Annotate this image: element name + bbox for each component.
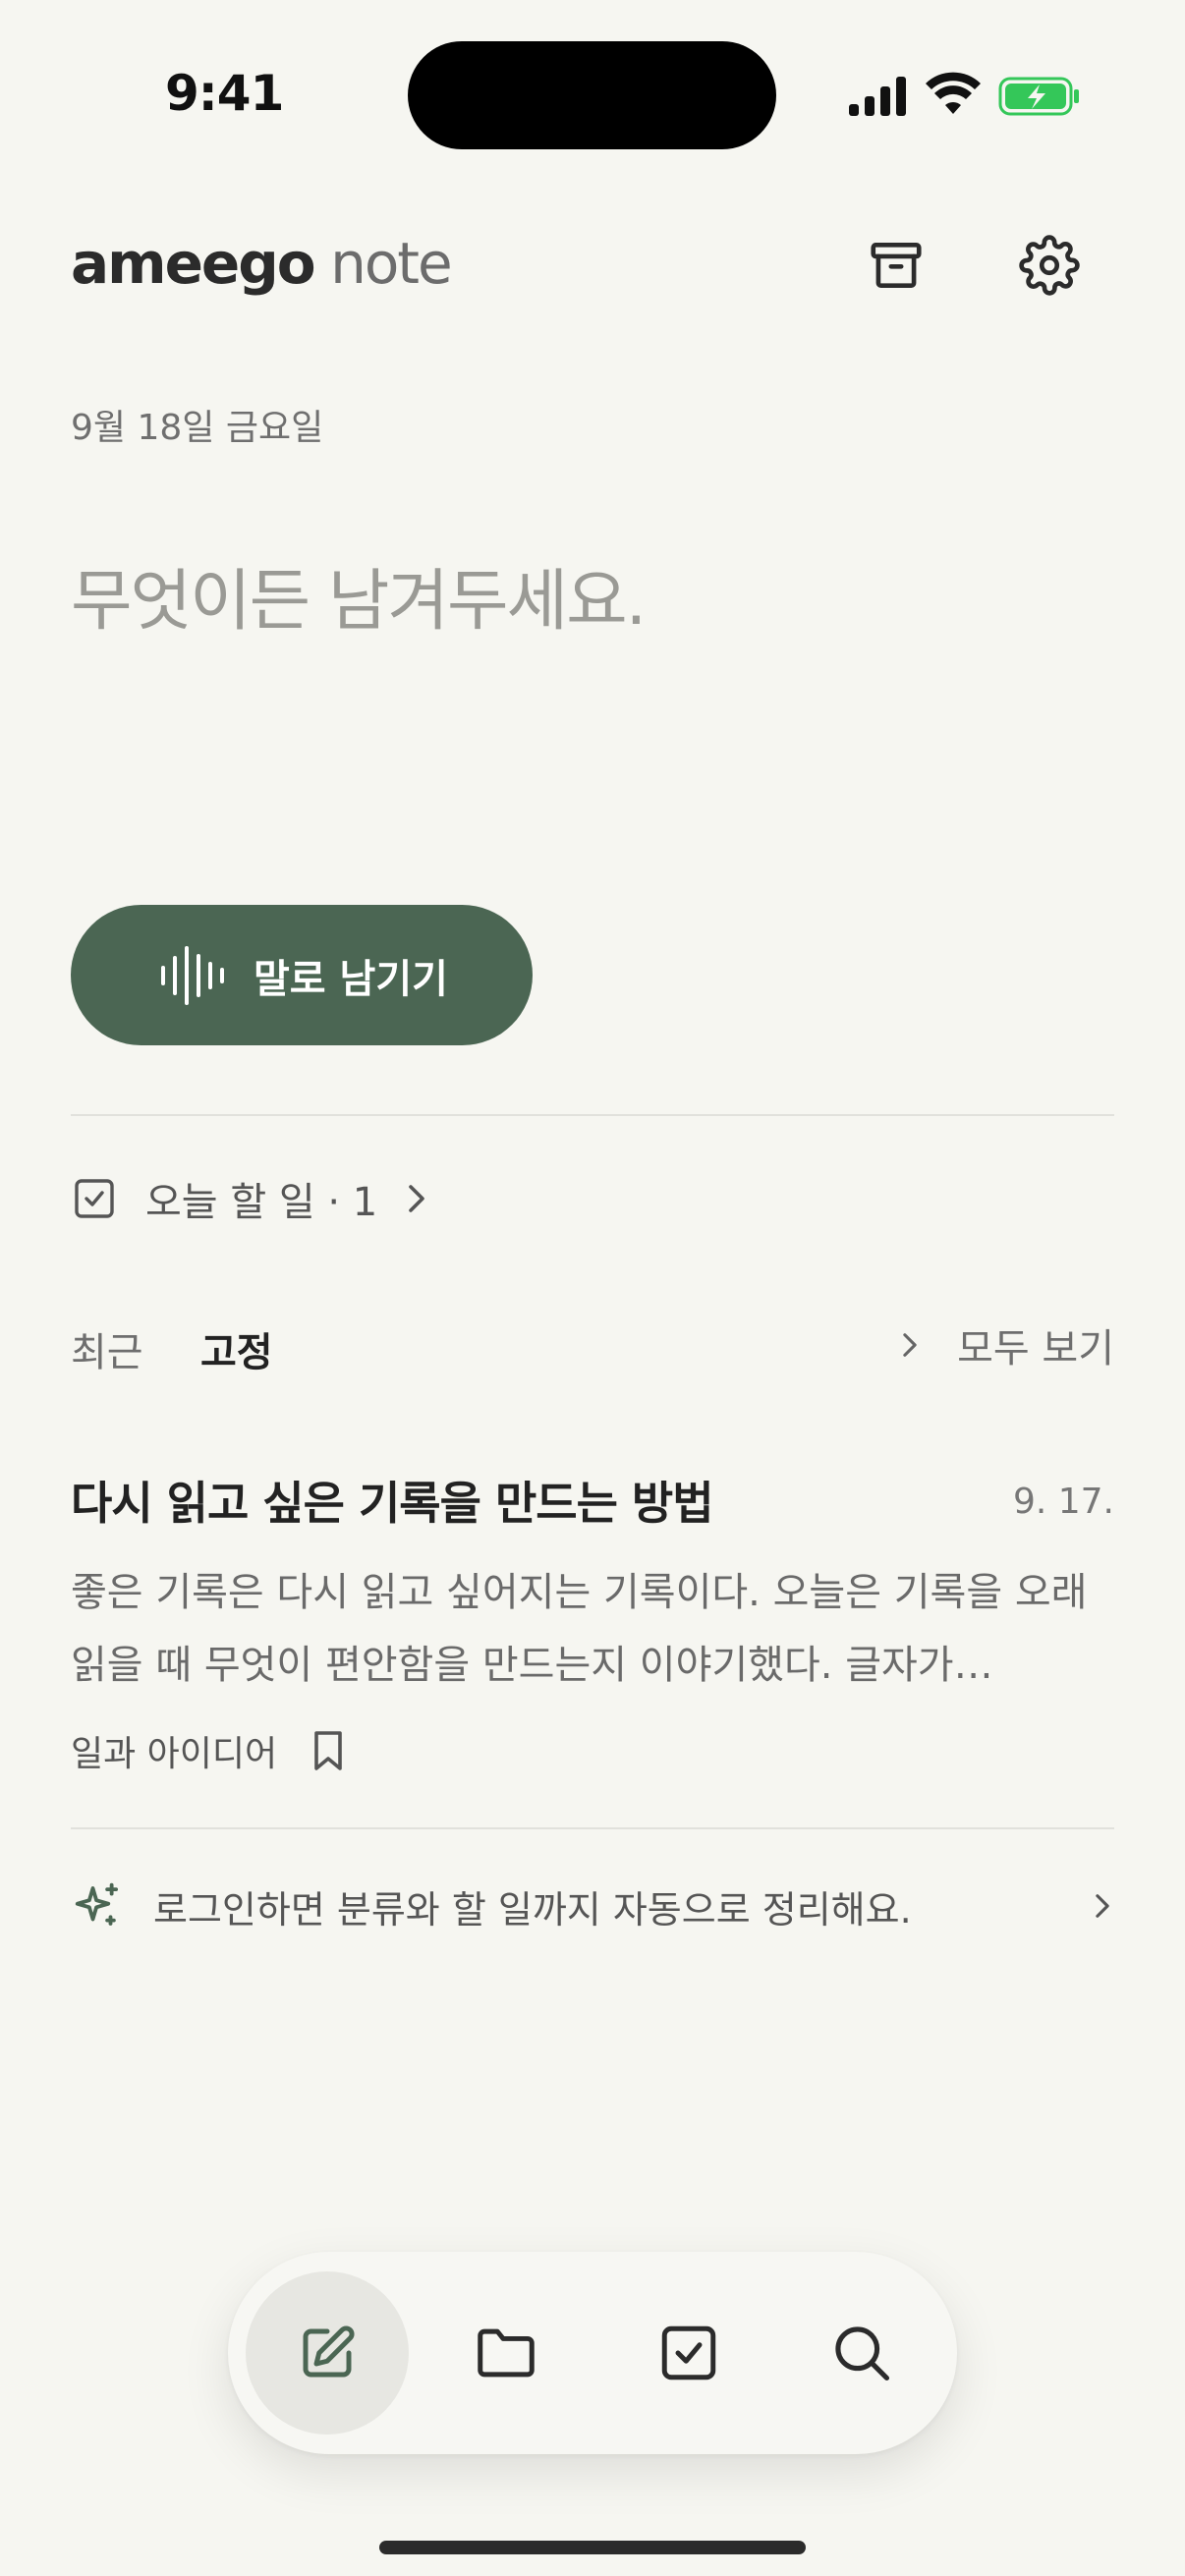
tab-pinned[interactable]: 고정 [200, 1320, 273, 1377]
brand-suffix: note [330, 230, 453, 297]
note-date: 9. 17. [1012, 1482, 1114, 1522]
login-prompt[interactable]: 로그인하면 분류와 할 일까지 자동으로 정리해요. [71, 1876, 1114, 1935]
battery-charging-icon [998, 77, 1079, 116]
wifi-icon [926, 72, 981, 114]
nav-search[interactable] [780, 2271, 943, 2435]
gear-icon [1019, 235, 1080, 296]
bottom-navigation [228, 2252, 957, 2454]
checkbox-icon [661, 2325, 716, 2380]
waveform-icon [161, 946, 224, 1005]
today-todo-link[interactable]: 오늘 할 일 · 1 [71, 1169, 430, 1228]
see-all-label: 모두 보기 [957, 1326, 1114, 1372]
folder-icon [478, 2328, 535, 2378]
voice-record-button[interactable]: 말로 남기기 [71, 905, 533, 1045]
nav-compose[interactable] [246, 2271, 409, 2435]
sparkle-icon [75, 1882, 119, 1926]
status-time: 9:41 [165, 65, 284, 122]
brand-name: ameego [71, 230, 316, 297]
note-title[interactable]: 다시 읽고 싶은 기록을 만드는 방법 [71, 1468, 714, 1533]
archive-icon [871, 243, 922, 288]
bookmark-icon[interactable] [309, 1729, 348, 1772]
cellular-signal-icon [849, 77, 906, 116]
note-input[interactable]: 무엇이든 남겨두세요. [71, 546, 647, 644]
nav-folders[interactable] [424, 2271, 588, 2435]
chevron-right-icon [903, 1333, 917, 1357]
see-all-button[interactable]: 모두 보기 [898, 1316, 1114, 1373]
compose-icon [303, 2325, 355, 2378]
tab-recent[interactable]: 최근 [71, 1320, 143, 1377]
login-prompt-label: 로그인하면 분류와 할 일까지 자동으로 정리해요. [153, 1887, 912, 1932]
chevron-right-icon [409, 1185, 425, 1212]
voice-record-label: 말로 남기기 [254, 956, 448, 1002]
search-icon [835, 2326, 890, 2381]
current-date: 9월 18일 금요일 [71, 408, 324, 448]
divider [71, 1114, 1114, 1116]
note-preview[interactable]: 좋은 기록은 다시 읽고 싶어지는 기록이다. 오늘은 기록을 오래 읽을 때 … [71, 1556, 1114, 1702]
settings-button[interactable] [1010, 226, 1089, 305]
dynamic-island [408, 41, 776, 149]
today-todo-label: 오늘 할 일 · 1 [145, 1180, 378, 1225]
divider [71, 1827, 1114, 1829]
chevron-right-icon [1096, 1894, 1109, 1918]
archive-button[interactable] [857, 226, 935, 305]
note-category: 일과 아이디어 [71, 1734, 278, 1774]
checkbox-icon [75, 1179, 114, 1218]
nav-todos[interactable] [607, 2271, 770, 2435]
home-indicator [379, 2541, 806, 2554]
app-logo: ameego note [71, 230, 453, 297]
